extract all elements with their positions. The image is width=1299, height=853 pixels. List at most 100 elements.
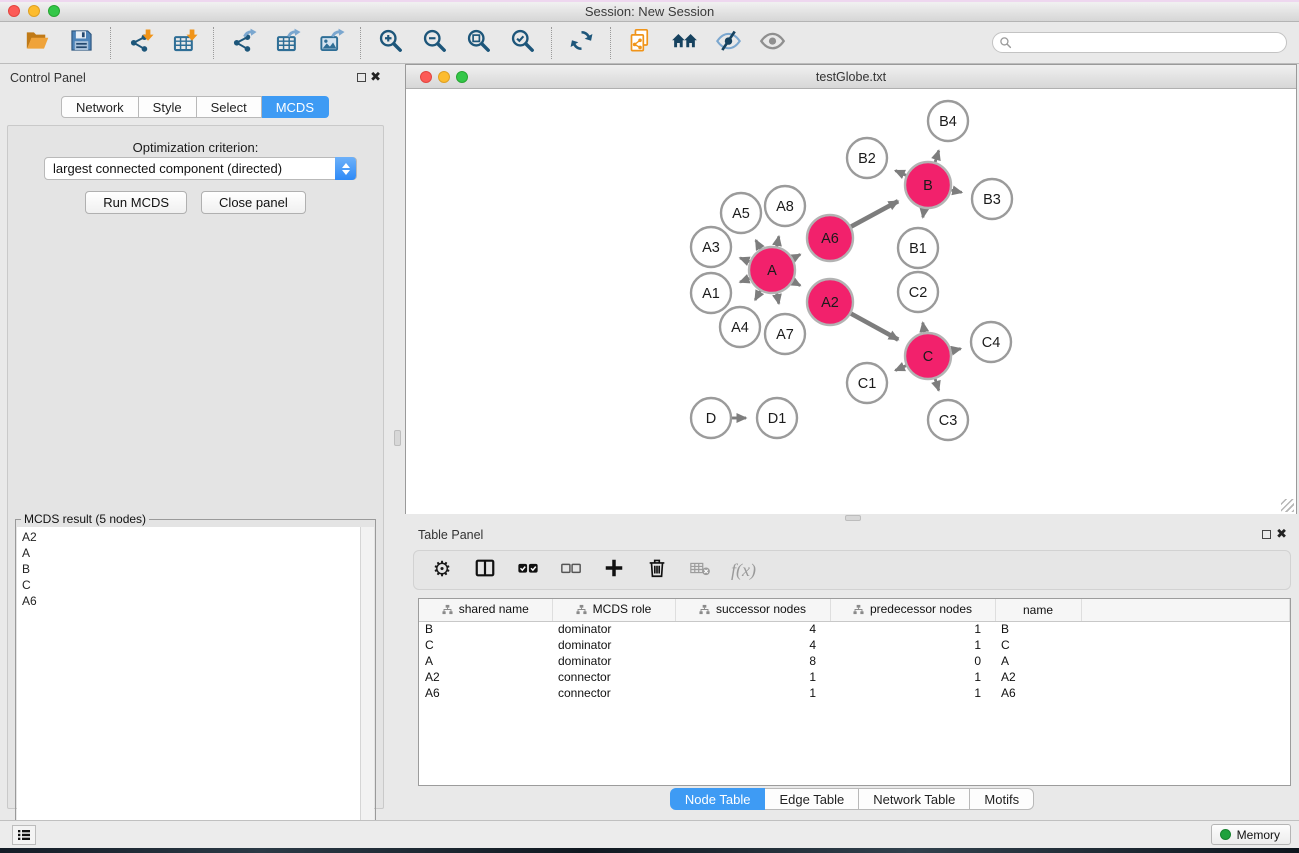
criterion-dropdown[interactable]: largest connected component (directed) <box>44 157 357 180</box>
column-header-name[interactable]: name <box>995 599 1081 621</box>
mcds-result-item[interactable]: A2 <box>22 529 360 545</box>
node-C[interactable]: C <box>905 333 951 379</box>
edge-B-B4[interactable] <box>935 151 939 163</box>
save-session-button[interactable] <box>65 27 97 59</box>
edge-B-B2[interactable] <box>895 171 906 176</box>
refresh-layout-button[interactable] <box>565 27 597 59</box>
float-table-panel-icon[interactable] <box>1262 530 1271 539</box>
node-A2[interactable]: A2 <box>807 279 853 325</box>
column-header-MCDS-role[interactable]: MCDS role <box>552 599 675 621</box>
hide-graphics-details-button[interactable] <box>712 27 744 59</box>
table-row[interactable]: Bdominator41B <box>419 621 1290 637</box>
task-history-button[interactable] <box>12 825 36 845</box>
mcds-result-list[interactable]: A2ABCA6 <box>17 527 361 853</box>
tab-network-table[interactable]: Network Table <box>859 788 970 810</box>
resize-grip-icon[interactable] <box>1281 499 1294 512</box>
close-table-panel-icon[interactable]: ✖ <box>1276 526 1287 542</box>
run-mcds-button[interactable]: Run MCDS <box>85 191 187 214</box>
open-file-button[interactable] <box>21 27 53 59</box>
show-graphics-details-button[interactable] <box>756 27 788 59</box>
vertical-splitter-handle[interactable] <box>394 430 401 446</box>
column-header-predecessor-nodes[interactable]: predecessor nodes <box>830 599 995 621</box>
tab-motifs[interactable]: Motifs <box>970 788 1034 810</box>
table-cell: B <box>995 621 1081 637</box>
import-network-button[interactable] <box>124 27 156 59</box>
edge-A-A3[interactable] <box>740 258 750 262</box>
node-D1[interactable]: D1 <box>757 398 797 438</box>
node-A1[interactable]: A1 <box>691 273 731 313</box>
node-B3[interactable]: B3 <box>972 179 1012 219</box>
node-A7[interactable]: A7 <box>765 314 805 354</box>
node-B[interactable]: B <box>905 162 951 208</box>
memory-button[interactable]: Memory <box>1211 824 1291 845</box>
node-A6[interactable]: A6 <box>807 215 853 261</box>
edge-C-C1[interactable] <box>895 366 906 371</box>
float-panel-icon[interactable] <box>357 73 366 82</box>
edge-C-C4[interactable] <box>951 349 960 351</box>
table-row[interactable]: Adominator80A <box>419 653 1290 669</box>
export-table-button[interactable] <box>271 27 303 59</box>
network-canvas[interactable]: B4 B2 B B3 A8A5 A6 A3 B1 A A1 C2 A2 A4A7 C4 C C1 D D1 C3 <box>406 89 1296 514</box>
mcds-result-scrollbar[interactable] <box>361 527 374 853</box>
column-header-successor-nodes[interactable]: successor nodes <box>675 599 830 621</box>
edge-A-A8[interactable] <box>777 236 779 246</box>
edge-B-B3[interactable] <box>951 190 961 192</box>
search-input[interactable] <box>992 32 1287 53</box>
mcds-result-item[interactable]: A6 <box>22 593 360 609</box>
close-panel-icon[interactable]: ✖ <box>370 69 381 85</box>
edge-C-C3[interactable] <box>935 379 939 391</box>
node-B4[interactable]: B4 <box>928 101 968 141</box>
node-A5[interactable]: A5 <box>721 193 761 233</box>
zoom-selected-button[interactable] <box>506 27 538 59</box>
node-A3[interactable]: A3 <box>691 227 731 267</box>
edge-A2-C[interactable] <box>851 314 898 340</box>
mcds-result-item[interactable]: C <box>22 577 360 593</box>
deselect-all-button[interactable] <box>557 556 585 584</box>
tab-style[interactable]: Style <box>139 96 197 118</box>
table-row[interactable]: A6connector11A6 <box>419 685 1290 701</box>
tab-network[interactable]: Network <box>61 96 139 118</box>
edge-A6-B[interactable] <box>851 201 898 226</box>
table-row[interactable]: Cdominator41C <box>419 637 1290 653</box>
network-from-selection-button[interactable] <box>624 27 656 59</box>
edge-A-A2[interactable] <box>793 282 800 286</box>
edge-C-C2[interactable] <box>923 323 925 333</box>
tab-edge-table[interactable]: Edge Table <box>765 788 859 810</box>
node-A8[interactable]: A8 <box>765 186 805 226</box>
node-B2[interactable]: B2 <box>847 138 887 178</box>
node-C2[interactable]: C2 <box>898 272 938 312</box>
edge-B-B1[interactable] <box>923 209 924 218</box>
edge-A-A5[interactable] <box>756 240 761 249</box>
node-C4[interactable]: C4 <box>971 322 1011 362</box>
tab-node-table[interactable]: Node Table <box>670 788 766 810</box>
home-button[interactable] <box>668 27 700 59</box>
edge-A-A1[interactable] <box>740 278 750 282</box>
delete-column-button[interactable] <box>643 556 671 584</box>
node-C1[interactable]: C1 <box>847 363 887 403</box>
edge-A-A4[interactable] <box>755 291 760 300</box>
close-panel-button[interactable]: Close panel <box>201 191 306 214</box>
tab-mcds[interactable]: MCDS <box>262 96 329 118</box>
zoom-fit-button[interactable] <box>462 27 494 59</box>
column-header-shared-name[interactable]: shared name <box>419 599 552 621</box>
node-B1[interactable]: B1 <box>898 228 938 268</box>
tab-select[interactable]: Select <box>197 96 262 118</box>
node-C3[interactable]: C3 <box>928 400 968 440</box>
zoom-out-button[interactable] <box>418 27 450 59</box>
edge-A-A7[interactable] <box>777 294 779 304</box>
node-A4[interactable]: A4 <box>720 307 760 347</box>
import-table-button[interactable] <box>168 27 200 59</box>
export-image-button[interactable] <box>315 27 347 59</box>
show-columns-button[interactable] <box>471 556 499 584</box>
select-all-button[interactable] <box>514 556 542 584</box>
node-A[interactable]: A <box>749 247 795 293</box>
mcds-result-item[interactable]: A <box>22 545 360 561</box>
node-D[interactable]: D <box>691 398 731 438</box>
edge-A-A6[interactable] <box>793 254 800 258</box>
export-network-button[interactable] <box>227 27 259 59</box>
zoom-in-button[interactable] <box>374 27 406 59</box>
table-row[interactable]: A2connector11A2 <box>419 669 1290 685</box>
add-column-button[interactable] <box>600 556 628 584</box>
mcds-result-item[interactable]: B <box>22 561 360 577</box>
table-mode-button[interactable]: ⚙ <box>428 556 456 584</box>
